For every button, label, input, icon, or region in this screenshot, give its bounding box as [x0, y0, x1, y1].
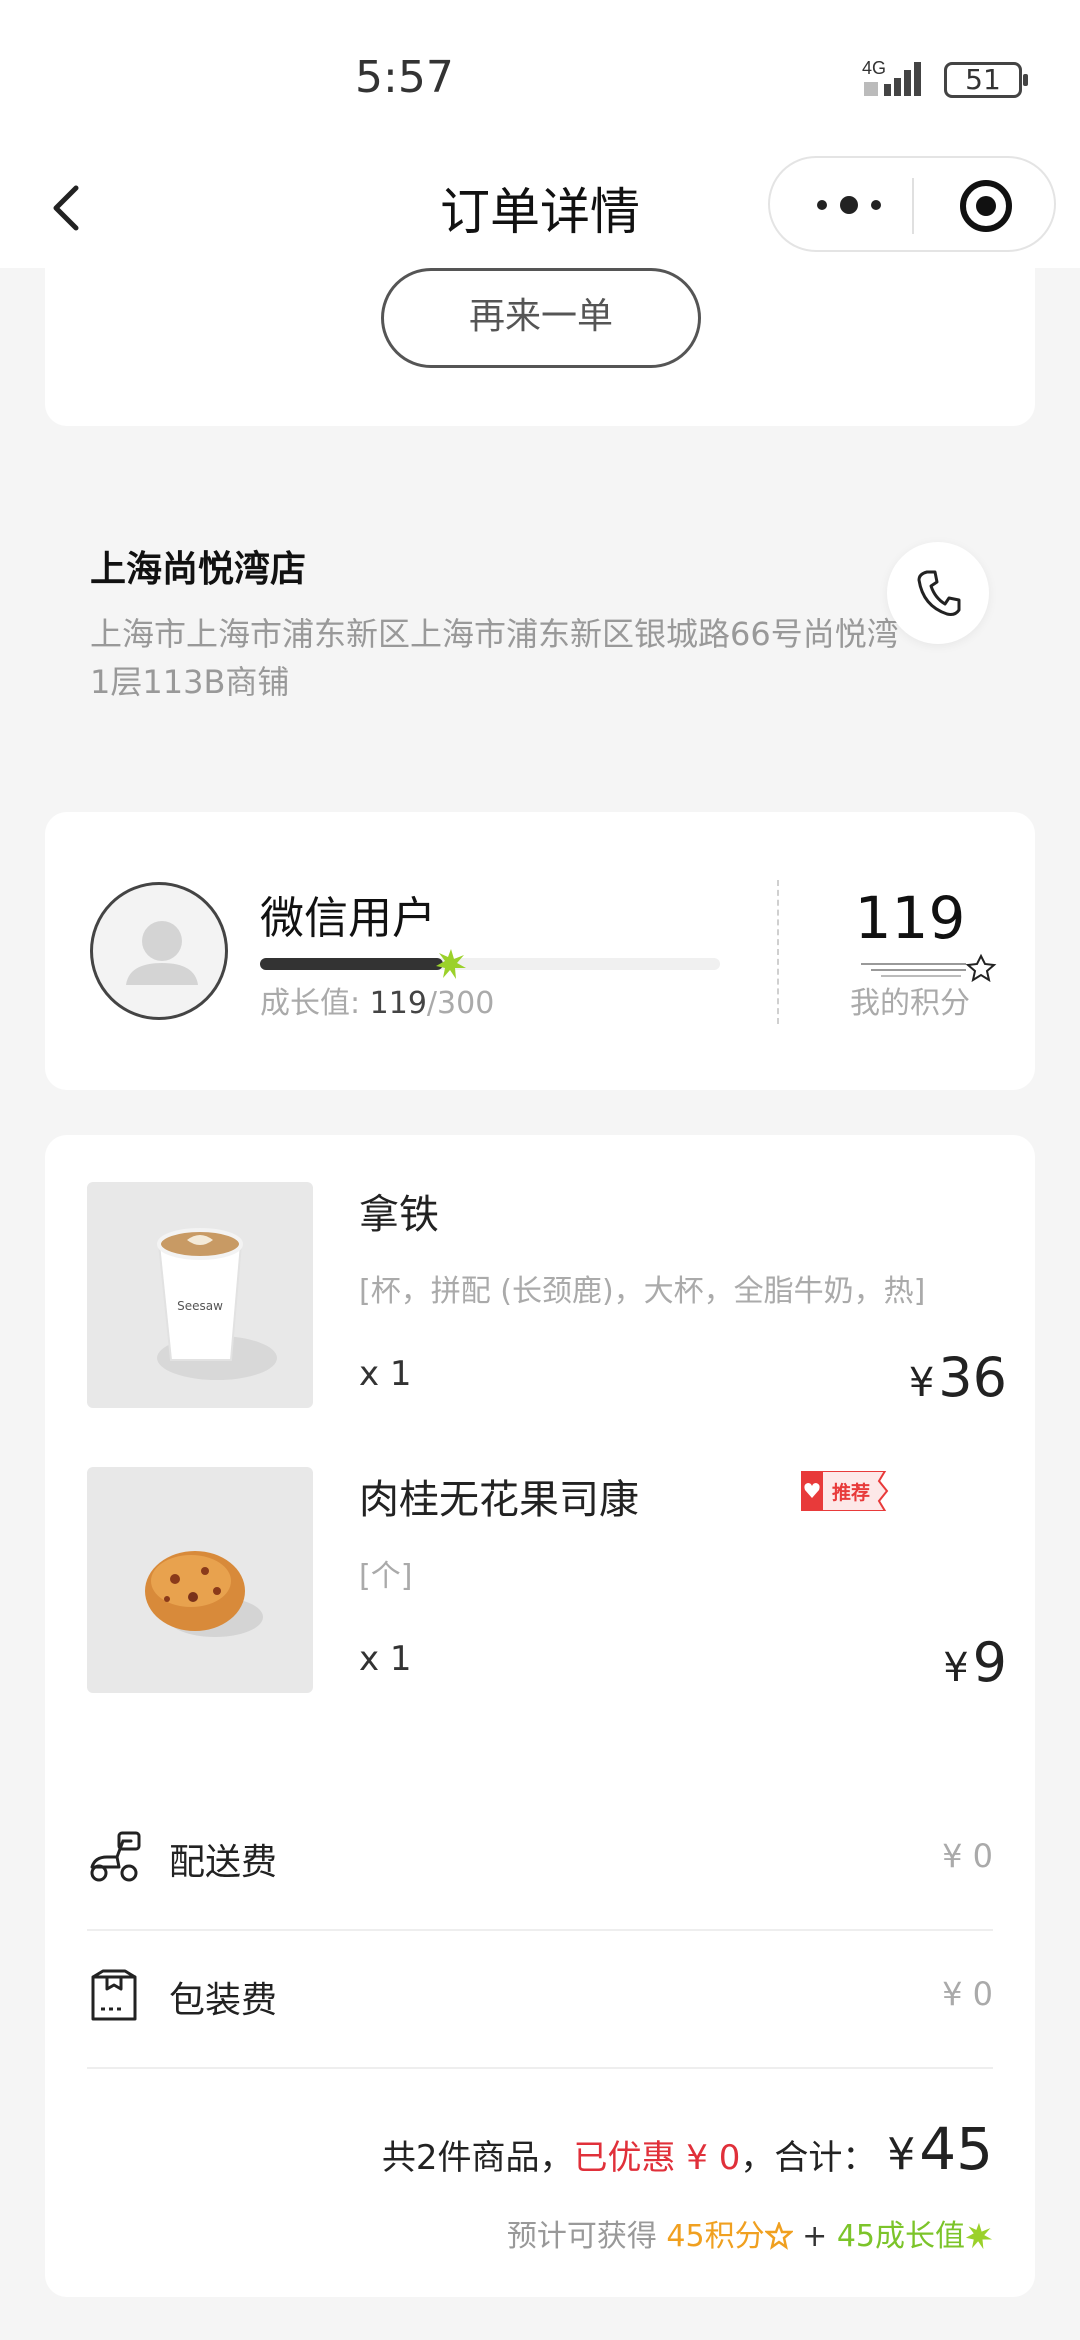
scooter-icon [90, 1831, 141, 1882]
packaging-fee-row: 包装费 ¥ 0 [87, 1931, 993, 2069]
item-price-value: 9 [972, 1631, 1007, 1694]
user-placeholder-icon [126, 921, 198, 985]
battery-indicator: 51 [944, 62, 1028, 98]
currency-symbol: ¥ [943, 1645, 969, 1691]
delivery-fee-row: 配送费 ¥ 0 [87, 1793, 993, 1931]
signal-icon: 4G [862, 58, 921, 96]
item-price-value: 36 [938, 1346, 1007, 1409]
delivery-fee-label: 配送费 [169, 1842, 278, 1883]
miniprogram-capsule [768, 156, 1056, 252]
item-name: 肉桂无花果司康 [359, 1477, 639, 1523]
store-address: 上海市上海市浦东新区上海市浦东新区银城路66号尚悦湾1层113B商铺 [90, 615, 899, 701]
avatar [90, 882, 228, 1020]
recommend-tag: 推荐 [801, 1471, 889, 1511]
currency-symbol: ¥ [887, 2129, 916, 2180]
order-summary: 共2件商品，已优惠 ¥ 0，合计： ¥45 [382, 2115, 993, 2183]
nav-bar: 订单详情 [0, 150, 1080, 268]
growth-progress-bar [260, 949, 720, 979]
growth-label: 成长值: [260, 986, 361, 1021]
growth-value: 成长值: 119/300 [260, 978, 494, 1022]
member-card[interactable]: 微信用户 成长值: 119/300 119 我的积分 [45, 812, 1035, 1090]
points-value[interactable]: 119 [825, 884, 995, 952]
discount-amount: 已优惠 ¥ 0 [573, 2138, 741, 2178]
phone-icon [917, 570, 961, 616]
order-total: ¥45 [887, 2115, 993, 2183]
item-price: ¥36 [909, 1346, 1007, 1409]
status-time: 5:57 [355, 52, 454, 103]
order-item: Seesaw 拿铁 [杯，拼配 (长颈鹿)，大杯，全脂牛奶，热] x 1 ¥36 [87, 1182, 1007, 1409]
total-label: ，合计： [740, 2138, 877, 2178]
order-action-card: 再来一单 [45, 260, 1035, 426]
order-total-value: 45 [919, 2115, 993, 2183]
earn-growth: 45成长值 [836, 2219, 965, 2254]
item-quantity: x 1 [359, 1354, 412, 1394]
status-bar: 5:57 4G 51 [0, 0, 1080, 150]
member-divider [777, 880, 779, 1024]
call-store-button[interactable] [887, 542, 989, 644]
item-spec: [杯，拼配 (长颈鹿)，大杯，全脂牛奶，热] [359, 1274, 926, 1309]
points-label: 我的积分 [850, 986, 970, 1021]
capsule-divider [912, 178, 914, 234]
points-star-icon [763, 2220, 794, 2250]
item-price: ¥9 [943, 1631, 1007, 1694]
growth-max: /300 [426, 986, 495, 1021]
reorder-button[interactable]: 再来一单 [381, 268, 701, 368]
close-miniprogram-icon[interactable] [958, 178, 1014, 234]
packaging-fee-value: ¥ 0 [942, 1975, 993, 2013]
recommend-tag-label: 推荐 [832, 1481, 870, 1504]
growth-burst-icon [965, 2222, 993, 2250]
earn-points: 45积分 [666, 2219, 765, 2254]
growth-burst-icon [435, 949, 466, 979]
member-name: 微信用户 [260, 893, 436, 944]
item-name: 拿铁 [359, 1192, 439, 1238]
earn-prefix: 预计可获得 [506, 2219, 657, 2254]
currency-symbol: ¥ [908, 1360, 935, 1406]
divider [87, 2067, 993, 2069]
growth-progress-fill [260, 958, 443, 970]
growth-current: 119 [369, 986, 427, 1021]
svg-text:Seesaw: Seesaw [177, 1299, 223, 1313]
delivery-fee-value: ¥ 0 [942, 1837, 993, 1875]
item-spec: [个] [359, 1559, 413, 1594]
item-quantity: x 1 [359, 1639, 412, 1679]
earn-plus: + [802, 2219, 828, 2254]
package-icon [91, 1969, 137, 2021]
packaging-fee-label: 包装费 [169, 1980, 278, 2021]
network-label: 4G [862, 58, 886, 78]
order-items-card: Seesaw 拿铁 [杯，拼配 (长颈鹿)，大杯，全脂牛奶，热] x 1 ¥36… [45, 1135, 1035, 2297]
item-image-scone [87, 1467, 313, 1693]
more-icon[interactable] [804, 180, 894, 230]
estimated-rewards: 预计可获得 45积分 + 45成长值 [507, 2211, 993, 2255]
item-image-latte: Seesaw [87, 1182, 313, 1408]
order-item: 肉桂无花果司康 推荐 [个] x 1 ¥9 [87, 1467, 1007, 1694]
item-count: 共2件商品， [381, 2138, 574, 2178]
